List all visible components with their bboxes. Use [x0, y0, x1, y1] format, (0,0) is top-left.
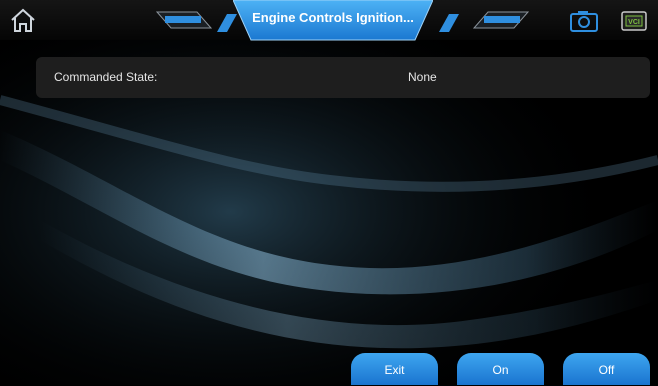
- vci-label: VCI: [628, 19, 640, 26]
- row-label: Commanded State:: [54, 70, 158, 84]
- decor-left-icon: [155, 11, 213, 29]
- camera-icon[interactable]: [569, 9, 599, 33]
- data-row: Commanded State: None: [36, 57, 650, 98]
- exit-button[interactable]: Exit: [351, 353, 438, 385]
- page-title: Engine Controls Ignition...: [252, 10, 414, 25]
- off-button[interactable]: Off: [563, 353, 650, 385]
- decor-right-icon: [472, 11, 530, 29]
- home-icon[interactable]: [8, 6, 38, 34]
- on-button[interactable]: On: [457, 353, 544, 385]
- decor-right-stripe-icon: [439, 14, 459, 32]
- vci-icon[interactable]: VCI: [620, 9, 648, 33]
- row-value: None: [408, 70, 437, 84]
